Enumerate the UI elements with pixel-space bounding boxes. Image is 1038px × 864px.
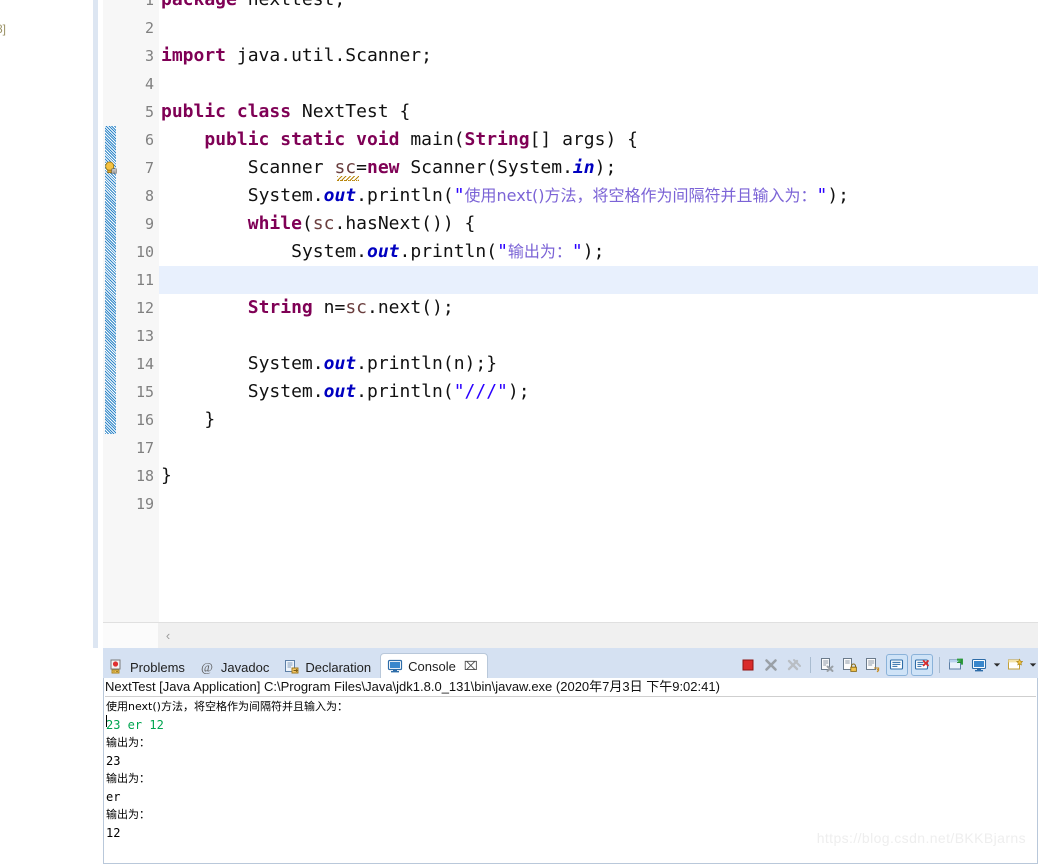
code-line[interactable]: }	[161, 462, 172, 490]
code-line[interactable]: package nexttest;	[161, 0, 345, 14]
line-number: 3	[144, 47, 154, 65]
stop-button[interactable]	[738, 655, 758, 675]
line-number: 11	[135, 271, 154, 289]
console-icon	[387, 658, 403, 674]
at-icon: @	[200, 659, 216, 675]
view-tab-bar: Problems @ Javadoc Declaration Console ⌧	[103, 652, 1038, 678]
warning-bulb-icon[interactable]	[104, 161, 118, 175]
console-output-line: 23 er 12	[106, 718, 164, 732]
declaration-icon	[284, 659, 300, 675]
console-output-line: er	[106, 790, 121, 804]
line-number: 18	[135, 467, 154, 485]
display-selected-console-button[interactable]	[969, 655, 989, 675]
line-number: 19	[135, 495, 154, 513]
console-output-line: 23	[106, 754, 121, 768]
scroll-left-arrow-icon[interactable]: ‹	[160, 627, 176, 644]
tab-label: Console	[408, 658, 456, 674]
line-number: 5	[144, 103, 154, 121]
toolbar-separator	[810, 657, 811, 673]
line-number: 15	[135, 383, 154, 401]
line-number: 2	[144, 19, 154, 37]
view-tabs: Problems @ Javadoc Declaration Console ⌧	[103, 652, 488, 678]
tab-label: Declaration	[305, 659, 372, 675]
console-view-toolbar	[738, 653, 1038, 677]
bottom-view-stack: Problems @ Javadoc Declaration Console ⌧ Next…	[0, 648, 1038, 864]
eclipse-ide-window: 8] 123456⊖78910111213141516171819 packag…	[0, 0, 1038, 864]
line-number: 14	[135, 355, 154, 373]
remove-launch-button[interactable]	[761, 655, 781, 675]
open-console-button[interactable]	[1005, 655, 1025, 675]
code-line[interactable]: }	[161, 406, 215, 434]
tab-console[interactable]: Console ⌧	[380, 653, 488, 678]
remove-all-launches-button[interactable]	[784, 655, 804, 675]
code-line[interactable]: while(sc.hasNext()) {	[161, 210, 476, 238]
watermark-text: https://blog.csdn.net/BKKBjarns	[816, 830, 1026, 846]
console-text-caret	[106, 715, 107, 727]
line-number: 7	[144, 159, 154, 177]
tab-declaration[interactable]: Declaration	[278, 656, 380, 678]
console-output-line: 使用next()方法，将空格作为间隔符并且输入为：	[106, 700, 348, 713]
line-number: 10	[135, 243, 154, 261]
code-line[interactable]: System.out.println(n);}	[161, 350, 497, 378]
bottom-left-strip	[0, 648, 103, 864]
show-console-on-error-button[interactable]	[911, 654, 933, 676]
line-number: 1	[144, 0, 154, 9]
code-line[interactable]: public class NextTest {	[161, 98, 410, 126]
console-output-line: 输出为：	[106, 808, 150, 821]
code-text-area[interactable]: package nexttest; import java.util.Scanne…	[159, 0, 1038, 622]
code-line[interactable]: System.out.println("///");	[161, 378, 530, 406]
problems-icon	[109, 659, 125, 675]
code-line[interactable]: Scanner sc=new Scanner(System.in);	[161, 154, 617, 182]
line-number: 12	[135, 299, 154, 317]
scroll-lock-button[interactable]	[840, 655, 860, 675]
code-line[interactable]: import java.util.Scanner;	[161, 42, 432, 70]
current-line-highlight	[159, 266, 1038, 294]
code-line[interactable]: String n=sc.next();	[161, 294, 454, 322]
code-line[interactable]: public static void main(String[] args) {	[161, 126, 638, 154]
toolbar-separator	[939, 657, 940, 673]
editor-horizontal-scrollbar[interactable]: ‹	[103, 622, 1038, 648]
line-number: 16	[135, 411, 154, 429]
svg-text:@: @	[201, 660, 213, 675]
left-panel-edge	[93, 0, 98, 648]
code-line[interactable]: System.out.println("使用next()方法，将空格作为间隔符并…	[161, 182, 849, 210]
scrollbar-corner	[103, 623, 158, 648]
console-launch-label: NextTest [Java Application] C:\Program F…	[105, 678, 1036, 697]
line-number: 9	[144, 215, 154, 233]
warning-squiggle	[337, 176, 359, 181]
chevron-down-icon[interactable]	[1028, 655, 1038, 675]
editor-viewport[interactable]: 123456⊖78910111213141516171819 package n…	[103, 0, 1038, 622]
line-number: 17	[135, 439, 154, 457]
close-icon[interactable]: ⌧	[464, 659, 478, 673]
line-number: 4	[144, 75, 154, 93]
console-output-line: 输出为：	[106, 736, 150, 749]
line-number-ruler: 123456⊖78910111213141516171819	[121, 0, 172, 622]
left-side-panel: 8]	[0, 0, 98, 648]
annotation-ruler[interactable]	[103, 0, 121, 622]
chevron-down-icon[interactable]	[992, 655, 1002, 675]
line-number: 6	[144, 131, 154, 149]
code-line[interactable]: System.out.println("输出为：");	[161, 238, 604, 266]
tab-problems[interactable]: Problems	[103, 656, 194, 678]
line-number: 8	[144, 187, 154, 205]
left-panel-text-fragment: 8]	[0, 22, 7, 36]
clear-console-button[interactable]	[817, 655, 837, 675]
console-output-line: 输出为：	[106, 772, 150, 785]
pin-console-button[interactable]	[946, 655, 966, 675]
tab-label: Problems	[130, 659, 185, 675]
tab-label: Javadoc	[220, 659, 270, 675]
line-number: 13	[135, 327, 154, 345]
tab-javadoc[interactable]: @ Javadoc	[194, 656, 278, 678]
code-editor[interactable]: 123456⊖78910111213141516171819 package n…	[103, 0, 1038, 648]
word-wrap-button[interactable]	[863, 655, 883, 675]
show-console-on-output-button[interactable]	[886, 654, 908, 676]
